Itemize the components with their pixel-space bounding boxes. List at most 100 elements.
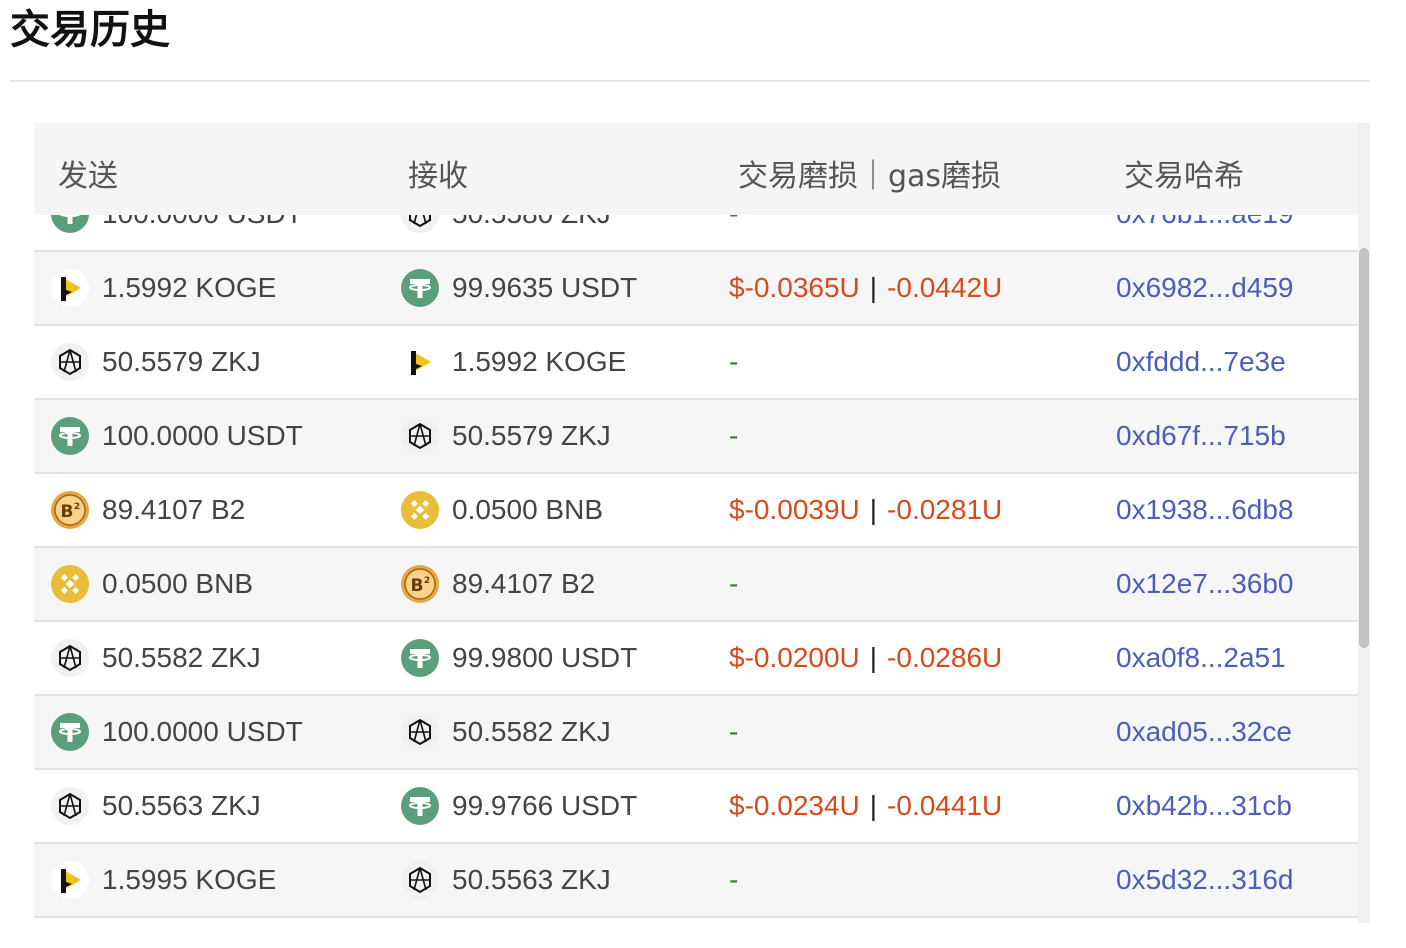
table-row[interactable]: 50.5563 ZKJ 99.9766 USDT $-0.0234U | -0.04… <box>34 770 1358 844</box>
zkj-icon <box>400 416 440 456</box>
loss-separator: | <box>869 272 878 303</box>
tx-hash-link[interactable]: 0xad05...32ce <box>1116 716 1292 748</box>
receive-cell: 50.5563 ZKJ <box>400 844 611 916</box>
receive-amount: 99.9800 USDT <box>452 642 638 673</box>
zkj-icon <box>50 342 90 382</box>
bnb-icon <box>400 490 440 530</box>
no-loss-dash: - <box>729 420 739 451</box>
scrollbar-thumb[interactable] <box>1359 248 1369 648</box>
loss-cell: - <box>729 548 738 620</box>
receive-amount: 99.9766 USDT <box>452 790 638 821</box>
hash-cell: 0x1938...6db8 <box>1116 474 1294 546</box>
table-row[interactable]: B2 89.4107 B2 0.0500 BNB $-0.0039U | -0.02… <box>34 474 1358 548</box>
zkj-icon <box>50 786 90 826</box>
send-cell: B2 89.4107 B2 <box>50 474 245 546</box>
loss-separator: | <box>869 642 878 673</box>
send-amount: 0.0500 BNB <box>102 568 253 599</box>
tx-hash-link[interactable]: 0x6982...d459 <box>1116 272 1294 304</box>
svg-text:2: 2 <box>74 502 80 512</box>
table-row[interactable]: 0.0500 BNB B2 89.4107 B2 - 0x12e7...36b0 <box>34 548 1358 622</box>
transaction-table: 100.0000 USDT 50.5580 ZKJ - 0x76b1...ae1… <box>34 123 1358 948</box>
receive-cell: 99.9766 USDT <box>400 770 637 842</box>
table-row[interactable]: 1.5992 KOGE 99.9635 USDT $-0.0365U | -0.04… <box>34 252 1358 326</box>
loss-cell: - <box>729 326 738 398</box>
tx-hash-link[interactable]: 0xd67f...715b <box>1116 420 1286 452</box>
send-cell: 50.5582 ZKJ <box>50 622 261 694</box>
title-divider <box>10 80 1370 82</box>
no-loss-dash: - <box>729 346 739 377</box>
table-row[interactable]: 50.5582 ZKJ 99.9800 USDT $-0.0200U | -0.02… <box>34 622 1358 696</box>
receive-cell: 0.0500 BNB <box>400 474 603 546</box>
table-row[interactable]: 50.5579 ZKJ 1.5992 KOGE - 0xfddd...7e3e <box>34 326 1358 400</box>
receive-cell: 50.5582 ZKJ <box>400 696 611 768</box>
hash-cell: 0xfddd...7e3e <box>1116 326 1286 398</box>
table-row[interactable]: 1.5995 KOGE 50.5563 ZKJ - 0x5d32...316d <box>34 844 1358 918</box>
send-amount: 1.5995 KOGE <box>102 864 277 895</box>
gas-loss: -0.0286U <box>887 642 1003 673</box>
loss-cell: $-0.0039U | -0.0281U <box>729 474 1002 546</box>
header-loss: 交易磨损｜gas磨损 <box>738 159 1002 194</box>
table-body: 100.0000 USDT 50.5580 ZKJ - 0x76b1...ae1… <box>34 178 1358 918</box>
hash-cell: 0x5d32...316d <box>1116 844 1294 916</box>
tx-hash-link[interactable]: 0x12e7...36b0 <box>1116 568 1294 600</box>
loss-cell: $-0.0200U | -0.0286U <box>729 622 1002 694</box>
zkj-icon <box>400 860 440 900</box>
send-amount: 50.5582 ZKJ <box>102 642 261 673</box>
send-cell: 1.5992 KOGE <box>50 252 276 324</box>
trade-loss: $-0.0039U <box>729 494 860 525</box>
receive-cell: 99.9635 USDT <box>400 252 637 324</box>
receive-cell: B2 89.4107 B2 <box>400 548 595 620</box>
usdt-icon <box>400 638 440 678</box>
receive-amount: 99.9635 USDT <box>452 272 638 303</box>
tx-hash-link[interactable]: 0xb42b...31cb <box>1116 790 1292 822</box>
header-receive: 接收 <box>408 159 468 194</box>
no-loss-dash: - <box>729 864 739 895</box>
zkj-icon <box>400 712 440 752</box>
tx-hash-link[interactable]: 0x5d32...316d <box>1116 864 1294 896</box>
gas-loss: -0.0442U <box>887 272 1003 303</box>
hash-cell: 0x6982...d459 <box>1116 252 1294 324</box>
receive-amount: 50.5579 ZKJ <box>452 420 611 451</box>
receive-amount: 1.5992 KOGE <box>452 346 627 377</box>
send-cell: 50.5563 ZKJ <box>50 770 261 842</box>
tx-hash-link[interactable]: 0x1938...6db8 <box>1116 494 1294 526</box>
receive-amount: 0.0500 BNB <box>452 494 603 525</box>
send-amount: 50.5579 ZKJ <box>102 346 261 377</box>
zkj-icon <box>50 638 90 678</box>
hash-cell: 0xd67f...715b <box>1116 400 1286 472</box>
receive-amount: 89.4107 B2 <box>452 568 596 599</box>
b2-icon: B2 <box>400 564 440 604</box>
loss-cell: - <box>729 696 738 768</box>
no-loss-dash: - <box>729 568 739 599</box>
send-cell: 0.0500 BNB <box>50 548 253 620</box>
send-cell: 1.5995 KOGE <box>50 844 276 916</box>
page-title: 交易历史 <box>10 7 170 53</box>
header-hash: 交易哈希 <box>1124 159 1244 194</box>
svg-text:B: B <box>411 576 424 596</box>
send-amount: 50.5563 ZKJ <box>102 790 261 821</box>
hash-cell: 0xa0f8...2a51 <box>1116 622 1286 694</box>
table-row[interactable]: 100.0000 USDT 50.5579 ZKJ - 0xd67f...715… <box>34 400 1358 474</box>
loss-cell: - <box>729 400 738 472</box>
no-loss-dash: - <box>729 716 739 747</box>
svg-text:B: B <box>61 502 74 522</box>
hash-cell: 0xb42b...31cb <box>1116 770 1292 842</box>
usdt-icon <box>50 712 90 752</box>
loss-cell: - <box>729 844 738 916</box>
receive-amount: 50.5582 ZKJ <box>452 716 611 747</box>
tx-hash-link[interactable]: 0xa0f8...2a51 <box>1116 642 1286 674</box>
send-cell: 100.0000 USDT <box>50 696 303 768</box>
tx-hash-link[interactable]: 0xfddd...7e3e <box>1116 346 1286 378</box>
loss-separator: | <box>869 494 878 525</box>
send-amount: 100.0000 USDT <box>102 716 303 747</box>
table-row[interactable]: 100.0000 USDT 50.5582 ZKJ - 0xad05...32c… <box>34 696 1358 770</box>
receive-amount: 50.5563 ZKJ <box>452 864 611 895</box>
trade-loss: $-0.0200U <box>729 642 860 673</box>
usdt-icon <box>400 786 440 826</box>
koge-icon <box>50 860 90 900</box>
send-amount: 1.5992 KOGE <box>102 272 277 303</box>
table-header: 发送 接收 交易磨损｜gas磨损 交易哈希 <box>34 123 1358 215</box>
header-send: 发送 <box>58 159 118 194</box>
trade-loss: $-0.0365U <box>729 272 860 303</box>
receive-cell: 99.9800 USDT <box>400 622 637 694</box>
